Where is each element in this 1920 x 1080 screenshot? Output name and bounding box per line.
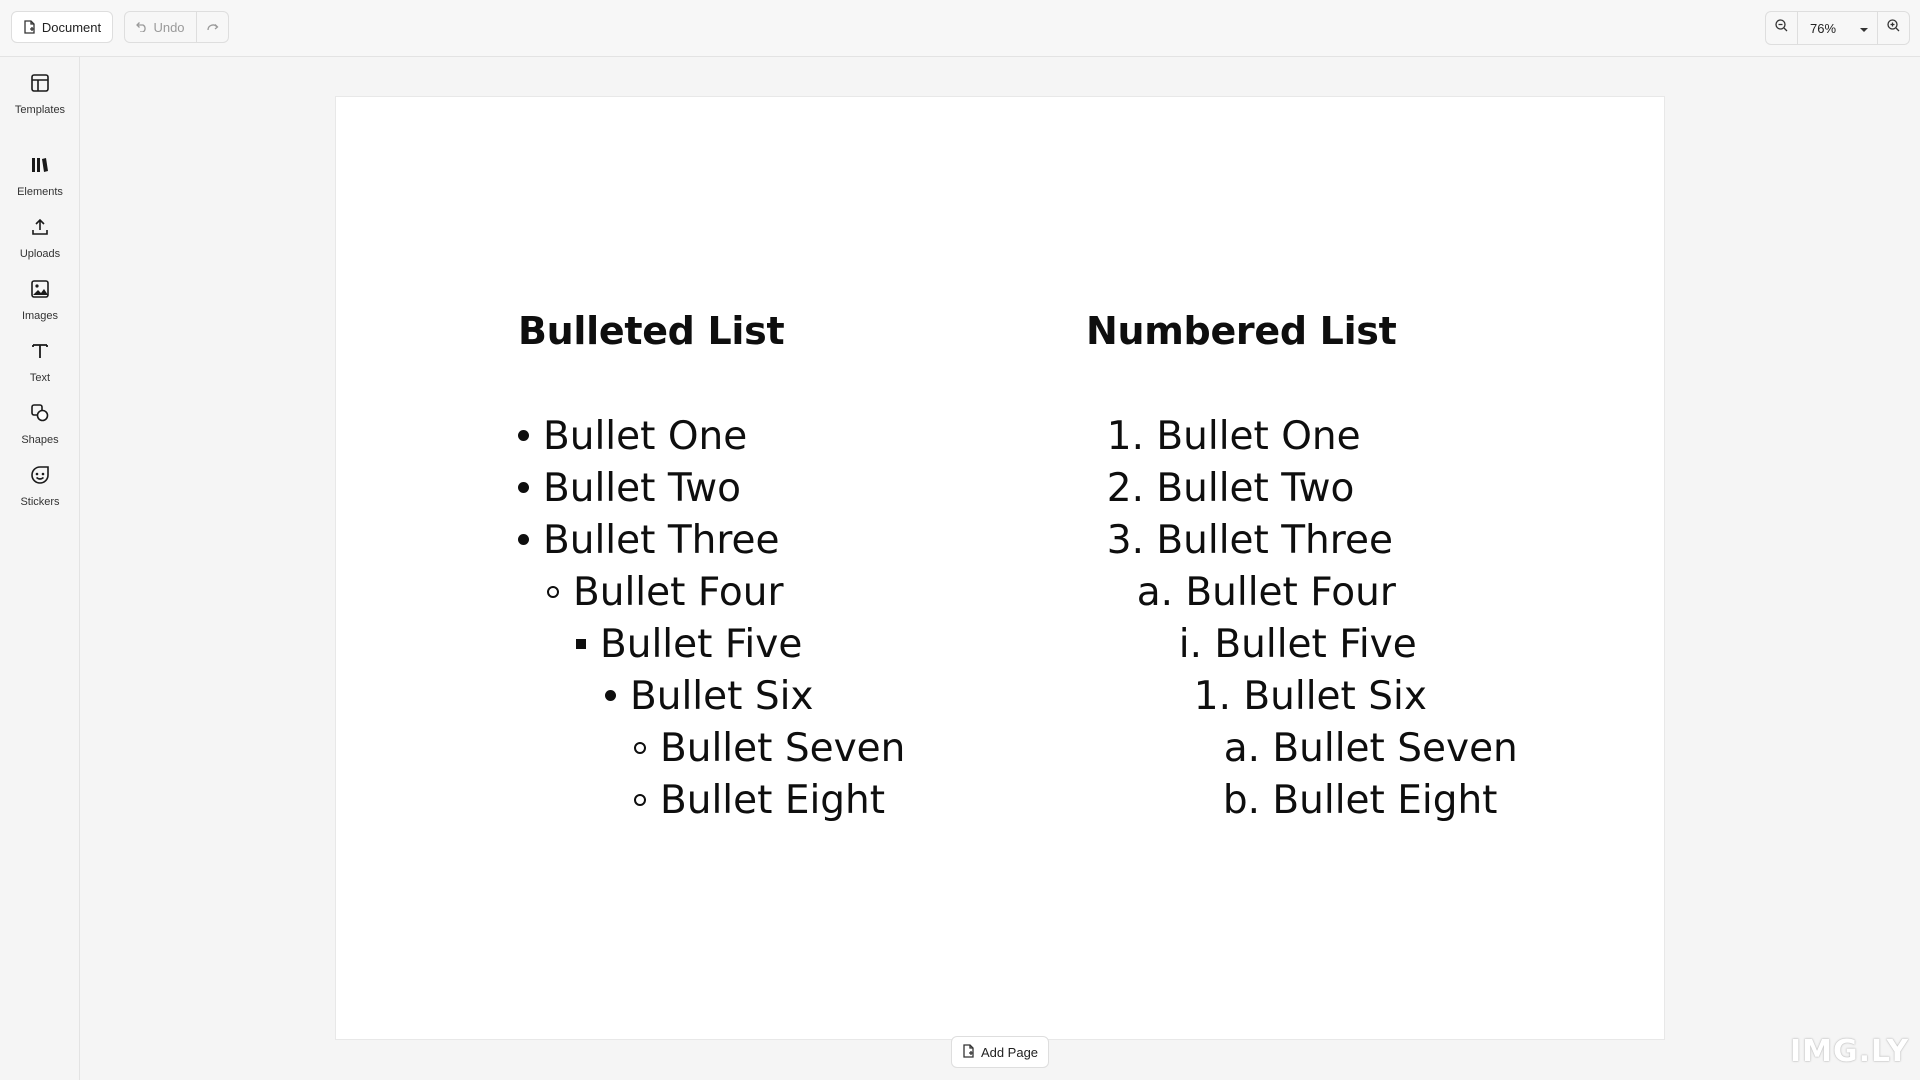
sidebar-item-text[interactable]: Text [0, 341, 80, 399]
list-item: Bullet Five [576, 619, 802, 671]
sidebar-item-label: Text [29, 372, 51, 384]
chevron-down-icon [1859, 21, 1869, 36]
circle-bullet-icon [547, 585, 559, 598]
numbered-list-block[interactable]: Numbered List 1. Bullet One 2. Bullet Tw… [1086, 309, 1518, 823]
list-marker: a. [1136, 570, 1173, 615]
list-marker: 1. [1193, 674, 1231, 719]
sidebar-item-uploads[interactable]: Uploads [0, 217, 80, 275]
list-item: 1. Bullet One [1086, 411, 1361, 463]
list-item: 1. Bullet Six [1173, 671, 1427, 723]
list-marker: 2. [1106, 466, 1144, 511]
sidebar-item-label: Elements [17, 186, 63, 198]
text-icon [30, 341, 50, 366]
canvas-page[interactable]: Bulleted List Bullet One Bullet Two Bull… [335, 96, 1665, 1040]
add-page-icon [962, 1043, 975, 1061]
list-marker: b. [1222, 778, 1260, 823]
disc-bullet-icon [518, 482, 529, 493]
circle-bullet-icon [634, 793, 646, 806]
elements-icon [30, 155, 50, 180]
sidebar-item-label: Stickers [20, 496, 60, 508]
sidebar-item-elements[interactable]: Elements [0, 155, 80, 213]
undo-button[interactable]: Undo [125, 12, 197, 42]
list-marker: i. [1178, 622, 1202, 667]
sidebar: Templates Elements Uploads Images Text S… [0, 57, 80, 1080]
document-icon [23, 20, 36, 34]
list-item: 2. Bullet Two [1086, 463, 1355, 515]
redo-button[interactable] [197, 12, 228, 42]
undo-label: Undo [153, 19, 185, 35]
undo-icon [136, 20, 148, 35]
sidebar-item-images[interactable]: Images [0, 279, 80, 337]
disc-bullet-icon [605, 690, 616, 701]
list-item: a. Bullet Four [1115, 567, 1396, 619]
sidebar-item-stickers[interactable]: Stickers [0, 465, 80, 523]
zoom-in-icon [1887, 19, 1900, 37]
shapes-icon [30, 403, 50, 428]
templates-icon [30, 73, 50, 98]
list-item: Bullet Eight [634, 775, 885, 827]
circle-bullet-icon [634, 741, 646, 754]
image-icon [30, 279, 50, 304]
sidebar-item-label: Shapes [21, 434, 59, 446]
zoom-controls: 76% [1765, 11, 1910, 45]
zoom-select[interactable]: 76% [1798, 12, 1877, 44]
square-bullet-icon [576, 638, 586, 649]
list-item: Bullet Four [547, 567, 783, 619]
list-item: Bullet Seven [634, 723, 905, 775]
list-item: a. Bullet Seven [1202, 723, 1518, 775]
list-marker: 1. [1106, 414, 1144, 459]
list-item: Bullet One [518, 411, 747, 463]
list-item: Bullet Three [518, 515, 780, 567]
sidebar-item-label: Uploads [19, 248, 61, 260]
disc-bullet-icon [518, 534, 529, 545]
imgly-watermark: IMG.LY [1790, 1034, 1910, 1069]
zoom-out-icon [1775, 19, 1788, 37]
zoom-in-button[interactable] [1877, 12, 1909, 44]
list-item: b. Bullet Eight [1202, 775, 1498, 827]
list-item: Bullet Two [518, 463, 741, 515]
sidebar-item-label: Images [21, 310, 59, 322]
list-item: Bullet Six [605, 671, 814, 723]
list-item: 3. Bullet Three [1086, 515, 1393, 567]
upload-icon [30, 217, 50, 242]
zoom-out-button[interactable] [1766, 12, 1798, 44]
sidebar-item-label: Templates [14, 104, 66, 116]
document-label: Document [41, 19, 102, 35]
disc-bullet-icon [518, 430, 529, 441]
zoom-value: 76% [1810, 20, 1837, 36]
sticker-icon [30, 465, 50, 490]
redo-icon [206, 18, 219, 36]
add-page-button[interactable]: Add Page [951, 1036, 1049, 1068]
list-marker: a. [1223, 726, 1260, 771]
top-toolbar: Document Undo 76% [0, 0, 1920, 57]
document-button[interactable]: Document [11, 11, 113, 43]
list-marker: 3. [1106, 518, 1144, 563]
list-item: i. Bullet Five [1144, 619, 1417, 671]
bulleted-list-block[interactable]: Bulleted List Bullet One Bullet Two Bull… [518, 309, 905, 823]
history-controls: Undo [124, 11, 229, 43]
bulleted-list-title: Bulleted List [518, 309, 785, 353]
numbered-list-title: Numbered List [1086, 309, 1397, 353]
add-page-label: Add Page [980, 1044, 1039, 1060]
sidebar-item-templates[interactable]: Templates [0, 73, 80, 131]
sidebar-item-shapes[interactable]: Shapes [0, 403, 80, 461]
